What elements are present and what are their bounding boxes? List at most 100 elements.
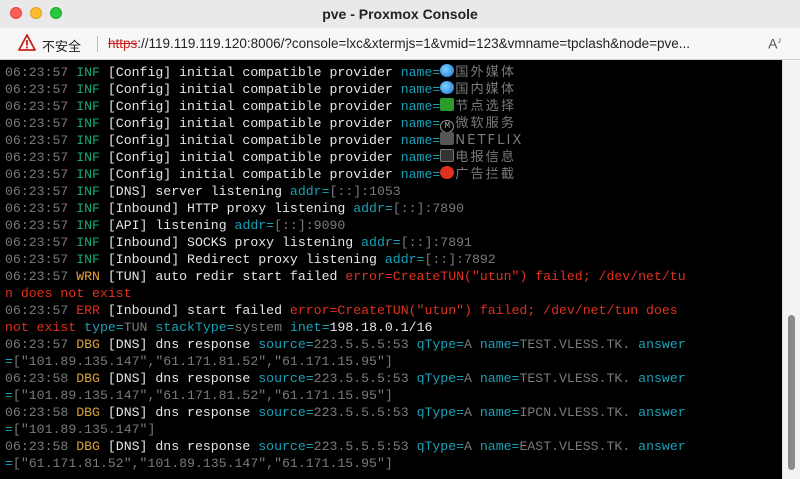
log-segment: not exist <box>5 320 77 335</box>
log-segment: name= <box>479 405 520 420</box>
terminal-line: 06:23:57 INF [DNS] server listening addr… <box>5 183 782 200</box>
log-segment: [::]:7890 <box>392 201 465 216</box>
log-segment: 节点选择 <box>455 99 517 114</box>
log-segment: qType= <box>416 405 465 420</box>
log-segment: answer <box>638 337 686 352</box>
log-segment: [Inbound] Redirect proxy listening <box>99 252 385 267</box>
log-level: INF <box>76 133 100 148</box>
log-timestamp: 06:23:57 <box>5 252 69 267</box>
log-level: WRN <box>76 269 100 284</box>
terminal-output: 06:23:57 INF [Config] initial compatible… <box>0 60 782 472</box>
reader-mode-icon[interactable]: A♪ <box>768 35 782 52</box>
log-segment: ["101.89.135.147","61.171.81.52","61.171… <box>12 354 393 369</box>
log-segment: = <box>5 354 13 369</box>
log-segment: [API] listening <box>99 218 235 233</box>
log-segment: addr= <box>289 184 330 199</box>
terminal-line: not exist type=TUN stackType=system inet… <box>5 319 782 336</box>
log-segment: name= <box>400 116 441 131</box>
log-segment: A <box>464 439 480 454</box>
log-segment: [TUN] auto redir start failed <box>99 269 346 284</box>
log-segment: answer <box>638 439 686 454</box>
log-timestamp: 06:23:57 <box>5 82 69 97</box>
terminal-line: =["101.89.135.147"] <box>5 421 782 438</box>
log-segment: answer <box>638 371 686 386</box>
globe-icon <box>440 64 455 77</box>
terminal-scrollbar[interactable] <box>782 60 800 479</box>
log-level: INF <box>76 82 100 97</box>
window-titlebar: pve - Proxmox Console <box>0 0 800 28</box>
log-level: INF <box>76 184 100 199</box>
log-segment: name= <box>400 99 441 114</box>
log-segment: error=CreateTUN("utun") failed; /dev/net… <box>345 269 686 284</box>
terminal-line: 06:23:57 INF [Config] initial compatible… <box>5 64 782 81</box>
log-timestamp: 06:23:57 <box>5 303 69 318</box>
reader-mode-glyph: A <box>768 35 778 52</box>
log-segment: [DNS] dns response <box>99 337 259 352</box>
log-level: INF <box>76 150 100 165</box>
log-segment: [Inbound] start failed <box>99 303 290 318</box>
log-timestamp: 06:23:57 <box>5 235 69 250</box>
log-timestamp: 06:23:57 <box>5 150 69 165</box>
log-segment: TUN <box>123 320 156 335</box>
log-segment: EAST.VLESS.TK. <box>519 439 639 454</box>
log-segment: qType= <box>416 337 465 352</box>
log-segment: source= <box>258 371 314 386</box>
log-segment: name= <box>400 133 441 148</box>
log-segment: 223.5.5.5:53 <box>313 439 417 454</box>
log-segment: TEST.VLESS.TK. <box>519 371 639 386</box>
log-level: INF <box>76 116 100 131</box>
log-segment: A <box>464 337 480 352</box>
url-field[interactable]: https://119.119.119.120:8006/?console=lx… <box>108 36 690 51</box>
log-segment: = <box>5 456 13 471</box>
terminal-line: 06:23:57 INF [Config] initial compatible… <box>5 149 782 166</box>
log-segment: [::]:1053 <box>329 184 401 199</box>
terminal-line: 06:23:58 DBG [DNS] dns response source=2… <box>5 370 782 387</box>
terminal-line: 06:23:58 DBG [DNS] dns response source=2… <box>5 404 782 421</box>
log-level: INF <box>76 167 100 182</box>
insecure-label[interactable]: 不安全 <box>42 36 81 55</box>
log-segment: [Config] initial compatible provider <box>99 99 401 114</box>
log-segment <box>76 320 84 335</box>
log-segment: [::]:9090 <box>274 218 346 233</box>
address-divider <box>97 36 98 52</box>
log-segment: [DNS] dns response <box>99 405 259 420</box>
log-segment: 223.5.5.5:53 <box>313 405 417 420</box>
log-timestamp: 06:23:58 <box>5 439 69 454</box>
terminal-line: 06:23:57 INF [Config] initial compatible… <box>5 115 782 133</box>
log-timestamp: 06:23:57 <box>5 99 69 114</box>
log-segment: 国内媒体 <box>455 82 517 97</box>
log-segment: 广告拦截 <box>455 167 517 182</box>
scrollbar-thumb[interactable] <box>788 315 795 470</box>
film-icon <box>440 132 455 145</box>
log-segment: [Inbound] HTTP proxy listening <box>99 201 354 216</box>
log-timestamp: 06:23:58 <box>5 405 69 420</box>
log-segment: source= <box>258 439 314 454</box>
log-level: INF <box>76 235 100 250</box>
log-segment: name= <box>479 371 520 386</box>
log-segment: A <box>464 371 480 386</box>
log-segment: A <box>464 405 480 420</box>
log-segment: [Inbound] SOCKS proxy listening <box>99 235 362 250</box>
terminal-console[interactable]: 06:23:57 INF [Config] initial compatible… <box>0 60 782 479</box>
log-segment: 电报信息 <box>455 150 517 165</box>
log-level: INF <box>76 201 100 216</box>
log-level: INF <box>76 218 100 233</box>
log-level: DBG <box>76 337 100 352</box>
log-segment: source= <box>258 405 314 420</box>
log-segment: error=CreateTUN("utun") failed; /dev/net… <box>289 303 678 318</box>
log-segment: system <box>234 320 290 335</box>
log-segment: n does not exist <box>5 286 132 301</box>
log-level: INF <box>76 252 100 267</box>
log-level: DBG <box>76 371 100 386</box>
log-segment: addr= <box>384 252 425 267</box>
log-segment: name= <box>400 65 441 80</box>
log-segment: qType= <box>416 439 465 454</box>
log-timestamp: 06:23:57 <box>5 201 69 216</box>
log-segment: ["101.89.135.147"] <box>12 422 156 437</box>
window-title: pve - Proxmox Console <box>322 6 478 22</box>
log-segment: NETFLIX <box>455 133 524 148</box>
log-segment: addr= <box>353 201 393 216</box>
log-segment: 198.18.0.1/16 <box>329 320 433 335</box>
log-level: DBG <box>76 405 100 420</box>
warning-icon[interactable] <box>18 34 36 52</box>
